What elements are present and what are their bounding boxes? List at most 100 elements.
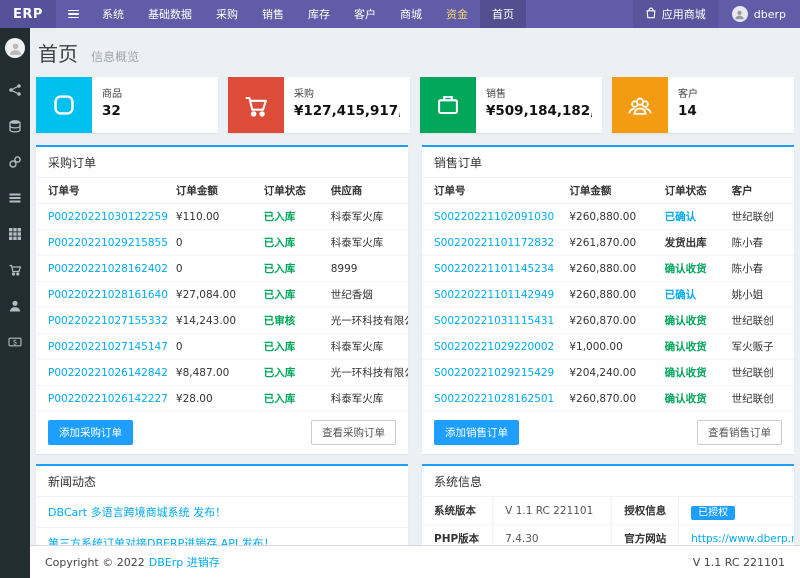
purchase-order-link[interactable]: P00220221026142227 (48, 393, 168, 405)
purchase-order-link[interactable]: P00220221026142842 (48, 367, 168, 379)
table-row: P00220221026142842¥8,487.00已入库光一环科技有限公司 (36, 360, 408, 386)
news-link[interactable]: 第三方系统订单对接DBERP进销存 API 发布！ (48, 537, 275, 545)
order-amount: ¥261,870.00 (563, 230, 652, 256)
view-purchase-orders-button[interactable]: 查看采购订单 (311, 420, 396, 445)
order-party: 陈小春 (720, 256, 794, 282)
main-area: 首页 信息概览 商品32采购¥127,415,917,560,032.0销售¥5… (30, 28, 800, 578)
order-amount: 0 (170, 230, 252, 256)
cart-icon[interactable] (0, 252, 30, 288)
column-header: 订单状态 (653, 178, 720, 204)
stat-card-label: 客户 (678, 85, 698, 100)
money-icon[interactable]: $ (0, 324, 30, 360)
order-status: 已确认 (665, 211, 697, 223)
database-icon[interactable] (0, 108, 30, 144)
menu-item-8[interactable]: 资金 (434, 0, 480, 28)
order-amount: ¥260,880.00 (563, 204, 652, 230)
purchase-order-link[interactable]: P00220221027145147 (48, 341, 168, 353)
top-navbar: ERP 系统基础数据采购销售库存客户商城资金首页 应用商城 dberp (0, 0, 800, 28)
sys-link[interactable]: https://www.dberp.net/ (691, 533, 794, 545)
menu-item-5[interactable]: 库存 (296, 0, 342, 28)
order-status: 确认收货 (665, 393, 707, 405)
order-amount: ¥260,870.00 (563, 386, 652, 412)
order-party: 姚小姐 (720, 282, 794, 308)
order-amount: ¥260,870.00 (563, 308, 652, 334)
stat-card-3: 销售¥509,184,182,424,349.0 (420, 77, 602, 133)
order-party: 科泰军火库 (319, 386, 408, 412)
app-store-button[interactable]: 应用商城 (633, 0, 718, 28)
app-store-label: 应用商城 (662, 6, 706, 22)
order-amount: ¥8,487.00 (170, 360, 252, 386)
purchase-order-link[interactable]: P00220221027155332 (48, 315, 168, 327)
add-sales-order-button[interactable]: 添加销售订单 (434, 420, 519, 445)
main-menu: 系统基础数据采购销售库存客户商城资金首页 (90, 0, 526, 28)
sales-order-link[interactable]: S00220221101142949 (434, 289, 554, 301)
purchase-order-link[interactable]: P00220221030122259 (48, 211, 168, 223)
order-amount: ¥27,084.00 (170, 282, 252, 308)
grid-icon[interactable] (0, 216, 30, 252)
sidebar-user-avatar[interactable] (5, 38, 25, 58)
purchase-panel-title: 采购订单 (36, 147, 408, 178)
stat-card-4: 客户14 (612, 77, 794, 133)
system-info-table: 系统版本V 1.1 RC 221101授权信息已授权PHP版本7.4.30官方网… (422, 497, 794, 545)
menu-item-1[interactable]: 系统 (90, 0, 136, 28)
username-label: dberp (754, 8, 786, 21)
order-amount: ¥260,880.00 (563, 282, 652, 308)
sales-order-link[interactable]: S00220221102091030 (434, 211, 554, 223)
sales-order-link[interactable]: S00220221029215429 (434, 367, 554, 379)
order-status: 已入库 (264, 263, 296, 275)
column-header: 订单号 (36, 178, 170, 204)
menu-item-7[interactable]: 商城 (388, 0, 434, 28)
list-icon[interactable] (0, 180, 30, 216)
copyright-text: Copyright © 2022 (45, 556, 145, 569)
order-amount: ¥110.00 (170, 204, 252, 230)
share-nodes-icon[interactable] (0, 72, 30, 108)
purchase-order-link[interactable]: P00220221028161640 (48, 289, 168, 301)
rings-icon[interactable] (0, 144, 30, 180)
menu-item-2[interactable]: 基础数据 (136, 0, 204, 28)
user-icon[interactable] (0, 288, 30, 324)
user-avatar (732, 6, 748, 22)
table-row: P002202210292158550已入库科泰军火库 (36, 230, 408, 256)
order-amount: ¥260,880.00 (563, 256, 652, 282)
order-party: 光一环科技有限公司 (319, 360, 408, 386)
order-status: 发货出库 (665, 237, 707, 249)
table-row: S00220221102091030¥260,880.00已确认世纪联创 (422, 204, 794, 230)
footer: Copyright © 2022 DBErp 进销存 V 1.1 RC 2211… (30, 545, 800, 578)
sales-order-link[interactable]: S00220221031115431 (434, 315, 554, 327)
footer-brand-link[interactable]: DBErp 进销存 (149, 554, 220, 570)
order-status: 已入库 (264, 237, 296, 249)
sales-order-link[interactable]: S00220221028162501 (434, 393, 554, 405)
sales-order-link[interactable]: S00220221101145234 (434, 263, 554, 275)
sidebar: $ (0, 28, 30, 578)
news-item: 第三方系统订单对接DBERP进销存 API 发布！ (36, 528, 408, 545)
menu-item-3[interactable]: 采购 (204, 0, 250, 28)
sales-order-link[interactable]: S00220221029220002 (434, 341, 554, 353)
column-header: 订单金额 (170, 178, 252, 204)
purchase-order-link[interactable]: P00220221029215855 (48, 237, 168, 249)
order-status: 已入库 (264, 393, 296, 405)
table-row: S00220221029215429¥204,240.00确认收货世纪联创 (422, 360, 794, 386)
sidebar-toggle-icon[interactable] (56, 0, 90, 28)
news-link[interactable]: DBCart 多语言跨境商城系统 发布！ (48, 506, 226, 519)
order-party: 科泰军火库 (319, 204, 408, 230)
table-row: S00220221101172832¥261,870.00发货出库陈小春 (422, 230, 794, 256)
page-title: 首页 (38, 42, 78, 66)
stat-card-label: 销售 (486, 85, 592, 100)
view-sales-orders-button[interactable]: 查看销售订单 (697, 420, 782, 445)
order-party: 世纪联创 (720, 308, 794, 334)
order-amount: ¥14,243.00 (170, 308, 252, 334)
menu-item-6[interactable]: 客户 (342, 0, 388, 28)
order-party: 世纪联创 (720, 360, 794, 386)
add-purchase-order-button[interactable]: 添加采购订单 (48, 420, 133, 445)
user-menu[interactable]: dberp (718, 0, 800, 28)
table-row: P002202210281624020已入库8999 (36, 256, 408, 282)
sales-order-link[interactable]: S00220221101172832 (434, 237, 554, 249)
menu-item-9[interactable]: 首页 (480, 0, 526, 28)
app-logo[interactable]: ERP (0, 0, 56, 28)
column-header: 订单号 (422, 178, 563, 204)
sys-value: https://www.dberp.net/ (679, 525, 794, 546)
purchase-order-link[interactable]: P00220221028162402 (48, 263, 168, 275)
table-row: P00220221028161640¥27,084.00已入库世纪香烟 (36, 282, 408, 308)
menu-item-4[interactable]: 销售 (250, 0, 296, 28)
order-party: 军火贩子 (720, 334, 794, 360)
